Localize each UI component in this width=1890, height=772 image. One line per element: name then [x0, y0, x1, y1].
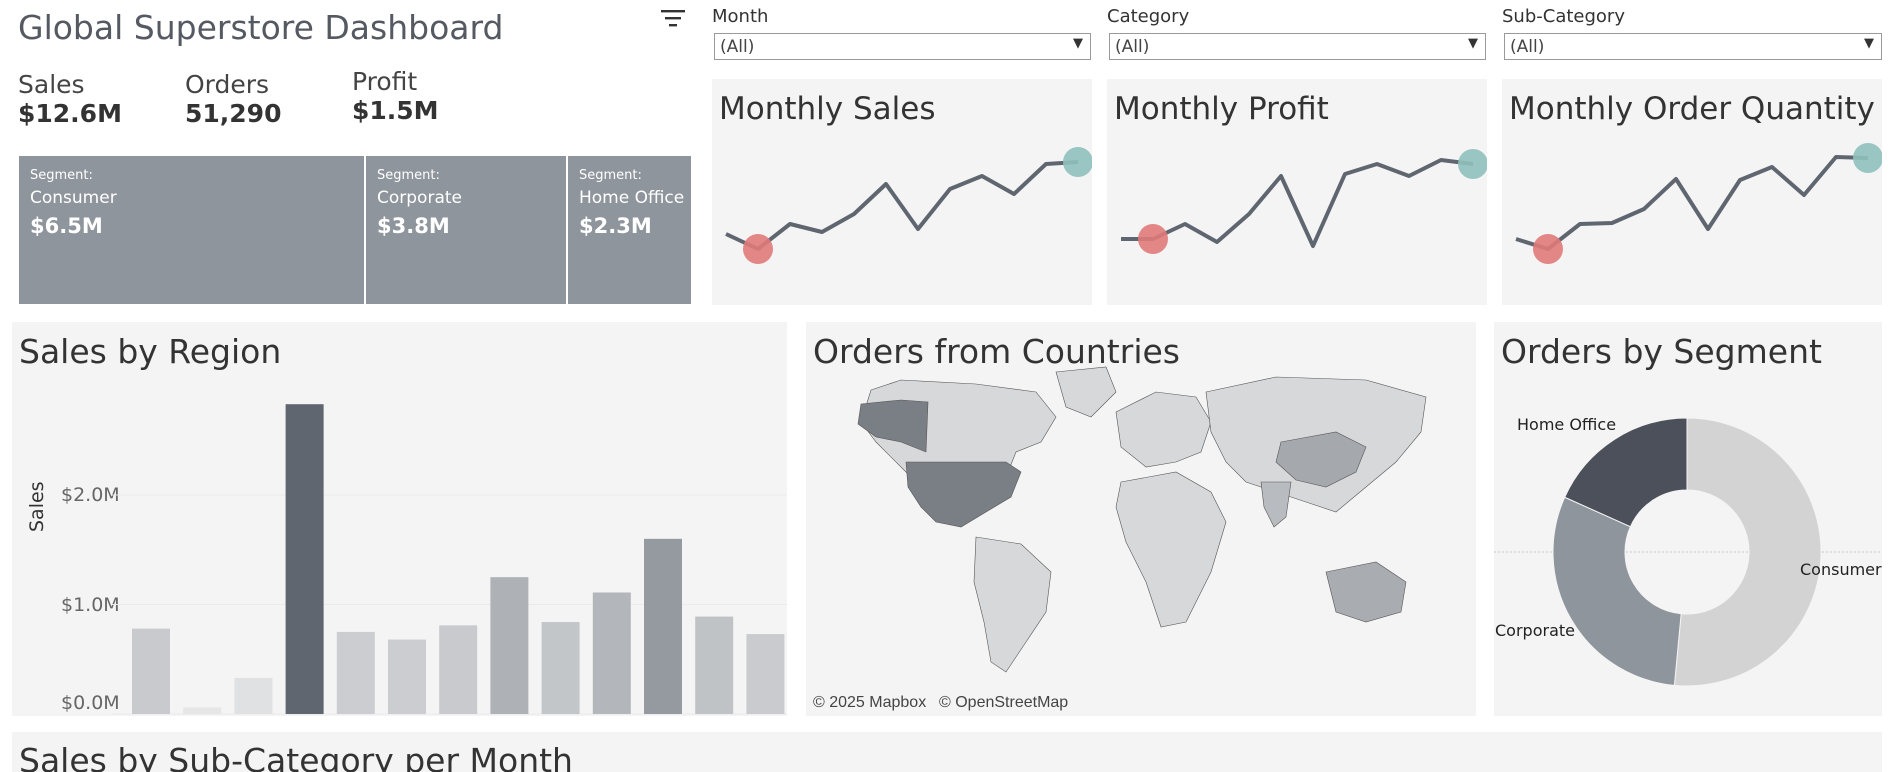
region-bar[interactable] — [388, 639, 426, 714]
segment-box-consumer[interactable]: Segment: Consumer $6.5M — [19, 156, 364, 304]
map-attribution-mapbox[interactable]: © 2025 Mapbox — [813, 694, 926, 712]
segment-box-corporate[interactable]: Segment: Corporate $3.8M — [366, 156, 566, 304]
segment-value: $2.3M — [579, 214, 652, 238]
monthly-profit-sparkline[interactable] — [1107, 134, 1487, 305]
kpi-profit-label: Profit — [352, 67, 418, 96]
map-attribution-osm[interactable]: © OpenStreetMap — [939, 694, 1068, 712]
kpi-sales-label: Sales — [18, 70, 85, 99]
sales-by-subcategory-panel: Sales by Sub-Category per Month — [12, 732, 1882, 772]
panel-title: Monthly Sales — [719, 91, 936, 127]
segment-label: Segment: — [30, 168, 93, 183]
monthly-quantity-panel: Monthly Order Quantity — [1502, 79, 1882, 305]
india-shape — [1260, 481, 1292, 528]
segment-label: Segment: — [377, 168, 440, 183]
segment-label: Segment: — [579, 168, 642, 183]
region-bar-chart — [112, 404, 787, 715]
chevron-down-icon: ▼ — [1864, 36, 1874, 51]
world-map[interactable] — [806, 322, 1476, 716]
kpi-sales: Sales $12.6M — [18, 70, 122, 128]
kpi-orders: Orders 51,290 — [185, 70, 281, 128]
segment-name: Home Office — [579, 188, 685, 208]
south-america-shape — [973, 536, 1052, 673]
sparkline-min-marker — [1138, 224, 1168, 254]
region-bar[interactable] — [695, 616, 734, 714]
chevron-down-icon: ▼ — [1468, 36, 1478, 51]
region-bar[interactable] — [336, 631, 375, 714]
kpi-sales-value: $12.6M — [18, 99, 122, 128]
kpi-profit: Profit $1.5M — [352, 67, 439, 125]
donut-slice-corporate[interactable] — [1552, 496, 1682, 686]
europe-shape — [1115, 391, 1212, 468]
sales-by-region-panel: Sales by Region Sales $2.0M $1.0M $0.0M — [12, 322, 787, 716]
sparkline-max-marker — [1458, 149, 1487, 179]
segment-value: $3.8M — [377, 214, 450, 238]
filter-month-label: Month — [712, 6, 769, 27]
month-dropdown[interactable]: (All) ▼ — [714, 33, 1091, 60]
monthly-sales-panel: Monthly Sales — [712, 79, 1092, 305]
filter-subcategory-label: Sub-Category — [1502, 6, 1625, 27]
greenland-shape — [1055, 366, 1117, 418]
africa-shape — [1115, 471, 1227, 628]
donut-label-home-office: Home Office — [1517, 415, 1617, 434]
kpi-orders-value: 51,290 — [185, 99, 282, 128]
subcategory-dropdown[interactable]: (All) ▼ — [1504, 33, 1882, 60]
segment-box-home-office[interactable]: Segment: Home Office $2.3M — [568, 156, 691, 304]
kpi-orders-label: Orders — [185, 70, 270, 99]
region-bar[interactable] — [285, 404, 324, 714]
segment-name: Consumer — [30, 188, 117, 208]
region-bar[interactable] — [132, 628, 170, 714]
sparkline-min-marker — [743, 234, 773, 264]
region-bar[interactable] — [541, 622, 580, 714]
subcategory-dropdown-value: (All) — [1510, 37, 1545, 57]
kpi-profit-value: $1.5M — [352, 96, 439, 125]
sparkline-series — [1515, 155, 1869, 251]
region-bar[interactable] — [183, 707, 222, 714]
monthly-profit-panel: Monthly Profit — [1107, 79, 1487, 305]
segment-name: Corporate — [377, 188, 462, 208]
sparkline-max-marker — [1853, 143, 1882, 173]
chevron-down-icon: ▼ — [1073, 36, 1083, 51]
month-dropdown-value: (All) — [720, 37, 755, 57]
category-dropdown[interactable]: (All) ▼ — [1109, 33, 1486, 60]
sparkline-min-marker — [1533, 234, 1563, 264]
filter-icon[interactable] — [660, 7, 686, 31]
region-bar[interactable] — [644, 538, 682, 714]
segment-value: $6.5M — [30, 214, 103, 238]
donut-label-corporate: Corporate — [1495, 621, 1575, 640]
sparkline-series — [725, 160, 1079, 251]
region-bar[interactable] — [592, 592, 631, 714]
region-bar[interactable] — [439, 625, 478, 714]
region-bar[interactable] — [490, 577, 529, 714]
australia-shape — [1325, 561, 1407, 623]
sparkline-max-marker — [1063, 147, 1092, 177]
region-bar[interactable] — [234, 677, 273, 714]
panel-title: Monthly Order Quantity — [1509, 91, 1875, 127]
dashboard-title: Global Superstore Dashboard — [18, 8, 504, 47]
monthly-quantity-sparkline[interactable] — [1502, 134, 1882, 305]
donut-label-consumer: Consumer — [1800, 560, 1882, 579]
region-bar[interactable] — [746, 634, 785, 714]
panel-title: Sales by Sub-Category per Month — [19, 741, 573, 772]
panel-title: Monthly Profit — [1114, 91, 1329, 127]
orders-map-panel: Orders from Countries © 2025 Mapbox © Op… — [806, 322, 1476, 716]
orders-by-segment-panel: Orders by Segment Home Office Consumer C… — [1494, 322, 1882, 716]
category-dropdown-value: (All) — [1115, 37, 1150, 57]
sparkline-series — [1121, 158, 1474, 248]
usa-shape — [905, 461, 1022, 528]
segment-donut-chart[interactable] — [1494, 322, 1882, 716]
filter-category-label: Category — [1107, 6, 1190, 27]
monthly-sales-sparkline[interactable] — [712, 134, 1092, 305]
